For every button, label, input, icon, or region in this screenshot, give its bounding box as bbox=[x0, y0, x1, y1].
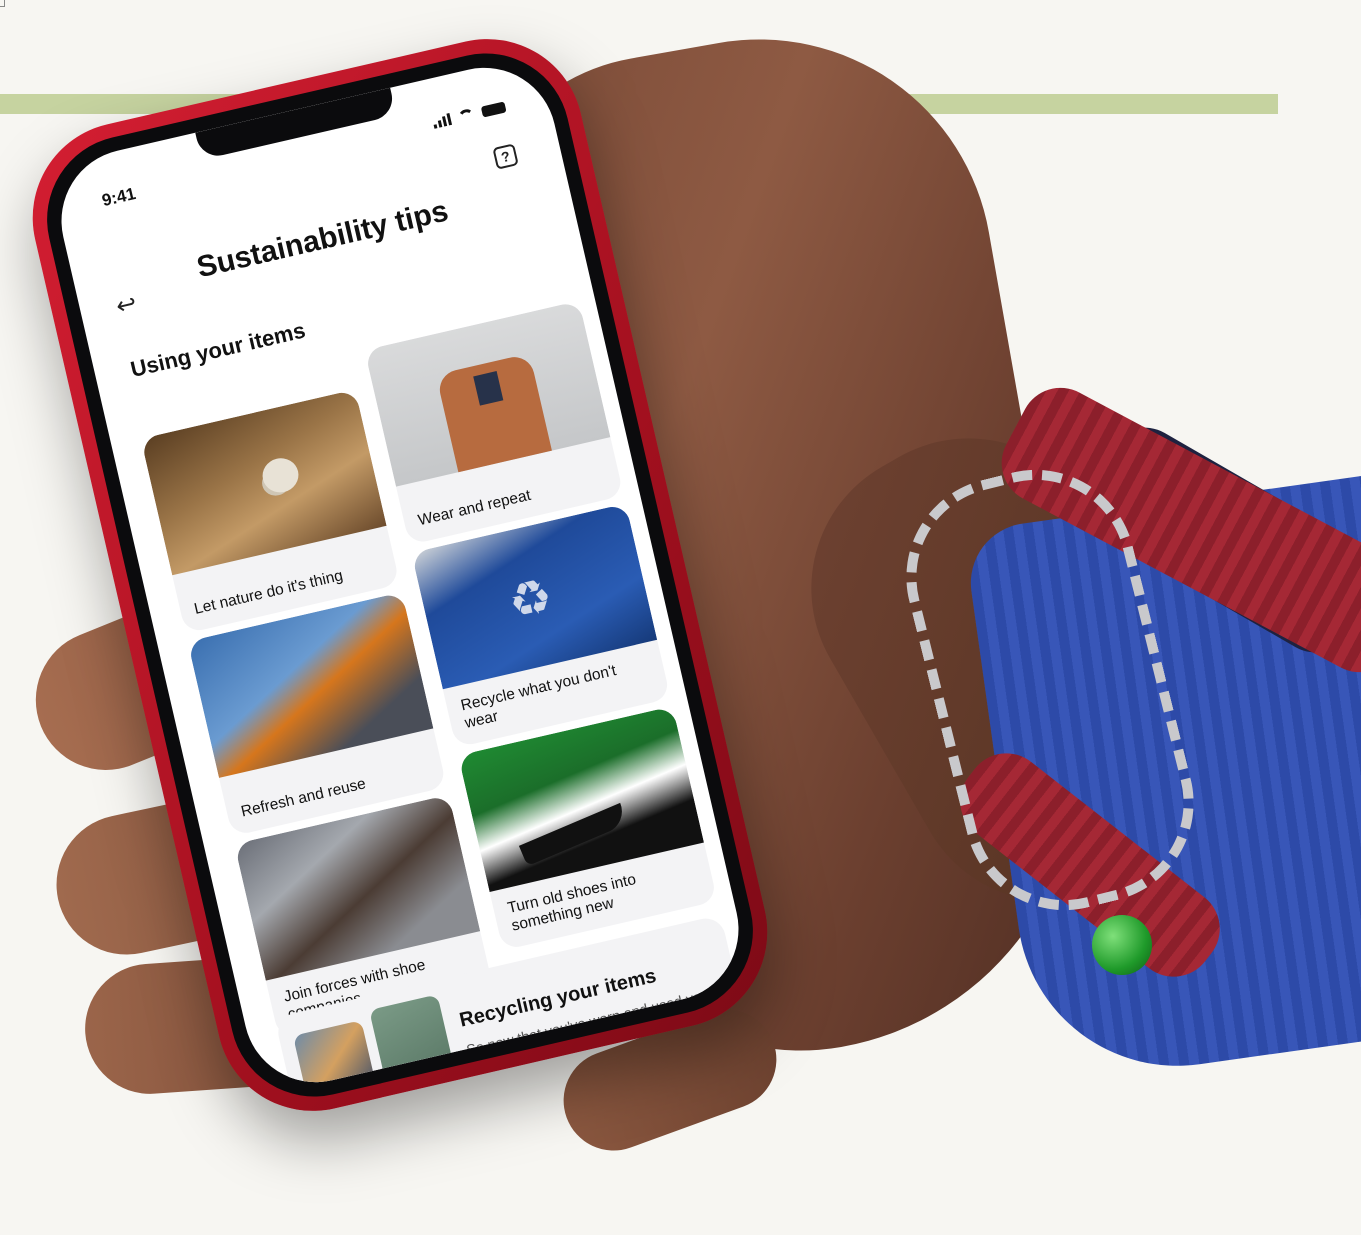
mosaic-image bbox=[387, 1072, 472, 1097]
phone-notch bbox=[195, 87, 397, 161]
mosaic-image bbox=[369, 994, 454, 1079]
tip-card-old-shoes[interactable]: Turn old shoes into something new bbox=[458, 706, 718, 951]
shirt-on-hanger-image bbox=[364, 300, 611, 487]
page-title: Sustainability tips bbox=[193, 194, 452, 285]
status-time: 9:41 bbox=[100, 183, 138, 211]
battery-icon bbox=[480, 100, 507, 118]
tip-card-nature[interactable]: Let nature do it's thing bbox=[140, 389, 401, 634]
tip-card-recycle[interactable]: Recycle what you don't wear bbox=[411, 503, 671, 748]
tip-card-wear-repeat[interactable]: Wear and repeat bbox=[364, 300, 624, 546]
recycling-image-mosaic bbox=[292, 994, 473, 1097]
section-title-using: Using your items bbox=[128, 317, 308, 382]
green-charm bbox=[1092, 915, 1152, 975]
wifi-icon bbox=[457, 108, 475, 123]
cotton-image bbox=[140, 389, 387, 576]
tip-card-refresh-reuse[interactable]: Refresh and reuse bbox=[187, 592, 447, 837]
corner-mark bbox=[0, 0, 5, 7]
mosaic-image bbox=[292, 1020, 377, 1097]
signal-icon bbox=[432, 113, 453, 129]
status-icons bbox=[432, 100, 507, 129]
help-icon[interactable]: ? bbox=[492, 143, 519, 170]
